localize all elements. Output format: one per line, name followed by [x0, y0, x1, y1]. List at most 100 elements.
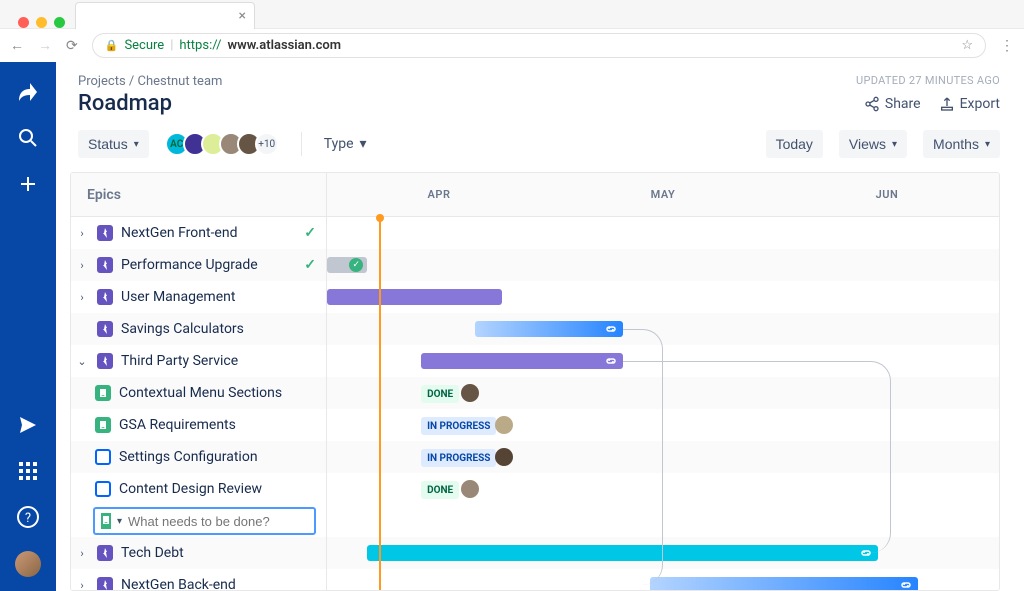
timeline-row [327, 569, 999, 590]
assignee-avatar[interactable] [461, 480, 479, 498]
epic-icon [97, 225, 113, 241]
forward-icon[interactable]: → [38, 37, 52, 54]
story-row[interactable]: Content Design Review [71, 473, 326, 505]
story-icon [101, 513, 111, 529]
window-controls [8, 9, 75, 28]
epic-row[interactable]: Savings Calculators [71, 313, 326, 345]
new-item-row[interactable]: ▾ [93, 507, 316, 535]
export-button[interactable]: Export [939, 96, 1000, 112]
browser-menu-icon[interactable]: ⋮ [1000, 38, 1014, 54]
item-name: Tech Debt [121, 545, 316, 561]
gantt-bar[interactable] [475, 321, 623, 337]
lock-icon: 🔒 [105, 39, 119, 52]
avatar-more[interactable]: +10 [255, 132, 279, 156]
expand-icon[interactable]: › [75, 579, 89, 591]
epic-row[interactable]: ›NextGen Front-end✓ [71, 217, 326, 249]
item-name: Third Party Service [121, 353, 316, 369]
expand-icon[interactable]: › [75, 227, 89, 240]
chevron-down-icon[interactable]: ▾ [117, 516, 122, 527]
type-filter[interactable]: Type▾ [324, 136, 367, 152]
page-title: Roadmap [78, 91, 172, 116]
item-name: NextGen Back-end [121, 577, 316, 591]
search-icon[interactable] [16, 126, 40, 150]
assignee-avatars[interactable]: AC +10 [165, 132, 279, 156]
url-domain: www.atlassian.com [228, 38, 342, 53]
item-name: Savings Calculators [121, 321, 316, 337]
status-badge: IN PROGRESS [421, 449, 496, 467]
task-icon [95, 449, 111, 465]
status-badge: DONE [421, 481, 459, 499]
assignee-avatar[interactable] [461, 384, 479, 402]
gantt-bar[interactable] [421, 353, 623, 369]
back-icon[interactable]: ← [10, 37, 24, 54]
epic-row[interactable]: ›Performance Upgrade✓ [71, 249, 326, 281]
today-button[interactable]: Today [766, 130, 823, 158]
expand-icon[interactable]: › [75, 259, 89, 272]
story-row[interactable]: Settings Configuration [71, 441, 326, 473]
notifications-icon[interactable] [16, 413, 40, 437]
svg-text:?: ? [25, 511, 31, 526]
maximize-window-icon[interactable] [54, 17, 65, 28]
epic-row[interactable]: › User Management [71, 281, 326, 313]
done-check-icon: ✓ [304, 257, 316, 273]
done-check-icon: ✓ [304, 225, 316, 241]
link-icon [605, 323, 617, 335]
epic-row[interactable]: › NextGen Back-end [71, 569, 326, 591]
profile-avatar[interactable] [15, 551, 41, 577]
epic-row[interactable]: › Tech Debt [71, 537, 326, 569]
chevron-down-icon: ▾ [360, 136, 367, 152]
timeline-row: ✓ [327, 249, 999, 281]
last-updated: UPDATED 27 MINUTES AGO [856, 74, 1000, 89]
reload-icon[interactable]: ⟳ [66, 38, 78, 54]
timeline-row [327, 217, 999, 249]
breadcrumb-projects[interactable]: Projects [78, 74, 126, 89]
expand-icon[interactable]: ⌄ [75, 355, 89, 368]
link-icon [605, 355, 617, 367]
epic-icon [97, 289, 113, 305]
story-row[interactable]: Contextual Menu Sections [71, 377, 326, 409]
url-protocol: https:// [179, 38, 221, 53]
create-icon[interactable] [16, 172, 40, 196]
timescale-dropdown[interactable]: Months▾ [923, 130, 1000, 158]
link-icon [900, 579, 912, 590]
status-badge: IN PROGRESS [421, 417, 496, 435]
chevron-down-icon: ▾ [134, 139, 139, 150]
gantt-bar[interactable]: ✓ [327, 257, 367, 273]
epics-column-header: Epics [71, 173, 326, 217]
views-dropdown[interactable]: Views▾ [839, 130, 907, 158]
new-item-input[interactable] [128, 514, 308, 529]
minimize-window-icon[interactable] [36, 17, 47, 28]
export-icon [939, 96, 955, 112]
item-name: Contextual Menu Sections [119, 385, 316, 401]
help-icon[interactable]: ? [16, 505, 40, 529]
month-label: APR [327, 173, 551, 216]
app-grid-icon[interactable] [16, 459, 40, 483]
browser-tab[interactable]: × [75, 2, 255, 29]
gantt-bar[interactable] [650, 577, 919, 590]
story-row[interactable]: GSA Requirements [71, 409, 326, 441]
item-name: Settings Configuration [119, 449, 316, 465]
epic-row[interactable]: ⌄ Third Party Service [71, 345, 326, 377]
breadcrumb: Projects / Chestnut team UPDATED 27 MINU… [78, 74, 1000, 89]
close-tab-icon[interactable]: × [239, 8, 246, 24]
status-badge: DONE [421, 385, 459, 403]
timeline-row [327, 281, 999, 313]
share-button[interactable]: Share [864, 96, 921, 112]
assignee-avatar[interactable] [495, 416, 513, 434]
item-name: User Management [121, 289, 316, 305]
status-filter[interactable]: Status▾ [78, 130, 149, 158]
story-icon [95, 385, 111, 401]
epic-icon [97, 545, 113, 561]
address-bar[interactable]: 🔒 Secure | https://www.atlassian.com ☆ [92, 33, 986, 58]
bookmark-star-icon[interactable]: ☆ [961, 38, 973, 53]
close-window-icon[interactable] [18, 17, 29, 28]
breadcrumb-team[interactable]: Chestnut team [138, 74, 223, 89]
gantt-bar[interactable] [327, 289, 502, 305]
expand-icon[interactable]: › [75, 291, 89, 304]
expand-icon[interactable]: › [75, 547, 89, 560]
epic-icon [97, 257, 113, 273]
expand-icon[interactable] [75, 323, 89, 336]
browser-chrome: × ← → ⟳ 🔒 Secure | https://www.atlassian… [0, 0, 1024, 62]
assignee-avatar[interactable] [495, 448, 513, 466]
app-switcher-icon[interactable] [16, 80, 40, 104]
